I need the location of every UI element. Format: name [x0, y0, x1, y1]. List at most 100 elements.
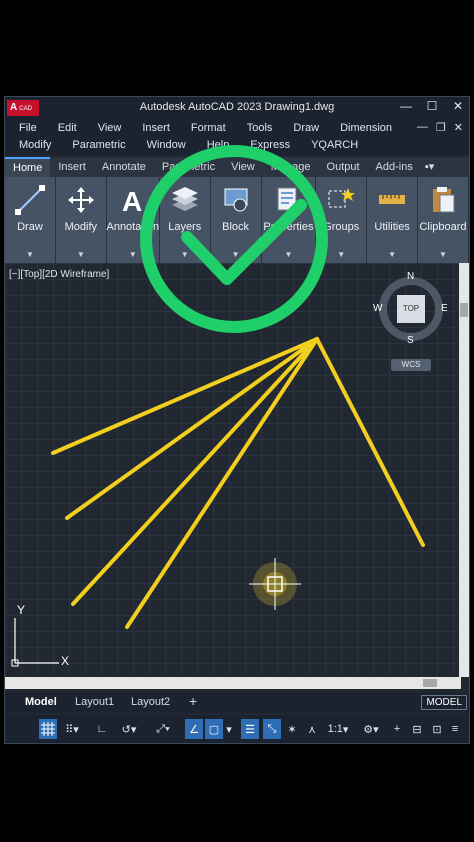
- doc-minimize-button[interactable]: —: [417, 121, 428, 134]
- panel-draw[interactable]: Draw ▼: [5, 177, 56, 263]
- vertical-scroll-thumb[interactable]: [460, 303, 468, 317]
- chevron-down-icon[interactable]: ▼: [232, 250, 240, 259]
- add-layout-button[interactable]: +: [189, 693, 197, 709]
- ribbon: Draw ▼ Modify ▼ A Annotation ▼ Layers ▼: [5, 177, 469, 263]
- annotation-visibility-icon[interactable]: ⋏: [303, 719, 321, 739]
- selection-cycling-icon[interactable]: ▢: [205, 719, 223, 739]
- minimize-button[interactable]: —: [399, 99, 413, 113]
- chevron-down-icon[interactable]: ▼: [181, 250, 189, 259]
- ucs-x-label: X: [61, 654, 70, 668]
- move-arrows-icon: [64, 183, 98, 217]
- menu-modify[interactable]: Modify: [19, 137, 51, 154]
- panel-block-label: Block: [222, 221, 250, 233]
- line-draw-icon: [13, 183, 47, 217]
- drawing-viewport[interactable]: [−][Top][2D Wireframe] Y X TOP N S W E W…: [5, 263, 461, 677]
- ruler-icon: [375, 183, 409, 217]
- panel-annotation[interactable]: A Annotation ▼: [106, 177, 160, 263]
- menu-format[interactable]: Format: [191, 120, 226, 137]
- doc-close-button[interactable]: ✕: [454, 121, 463, 134]
- viewcube-west[interactable]: W: [373, 303, 382, 314]
- menu-tools[interactable]: Tools: [247, 120, 273, 137]
- menu-dimension[interactable]: Dimension: [340, 120, 392, 137]
- layout-tabs: Model Layout1 Layout2 + MODEL: [5, 693, 469, 713]
- customize-icon[interactable]: ≡: [447, 719, 463, 739]
- panel-utilities[interactable]: Utilities ▼: [367, 177, 419, 263]
- menu-file[interactable]: File: [19, 120, 37, 137]
- tab-model[interactable]: Model: [25, 696, 57, 708]
- osnap-icon[interactable]: ⤢▾: [149, 719, 177, 739]
- model-space-badge[interactable]: MODEL: [421, 695, 467, 710]
- status-bar: ⠿▾ ∟ ↺▾ ⤢▾ ∠ ▢ ▾ ☰ ⤡ ✶ ⋏ 1:1 ▾ ⚙▾ + ⊟ ⊡ ≡: [5, 715, 469, 743]
- panel-modify[interactable]: Modify ▼: [55, 177, 107, 263]
- workspace-gear-icon[interactable]: ⚙▾: [357, 719, 385, 739]
- chevron-down-icon[interactable]: ▾: [223, 719, 235, 739]
- viewcube[interactable]: TOP N S W E: [373, 271, 448, 346]
- panel-annotation-label: Annotation: [106, 221, 160, 233]
- viewcube-north[interactable]: N: [407, 271, 414, 282]
- panel-clipboard[interactable]: Clipboard ▼: [418, 177, 469, 263]
- ortho-icon[interactable]: ∟: [93, 719, 111, 739]
- block-icon: [219, 183, 253, 217]
- panel-layers[interactable]: Layers ▼: [159, 177, 211, 263]
- title-bar: A CAD Autodesk AutoCAD 2023 Drawing1.dwg …: [5, 97, 469, 119]
- tab-layout1[interactable]: Layout1: [75, 696, 114, 708]
- snap-icon[interactable]: ⠿▾: [61, 719, 83, 739]
- menu-parametric[interactable]: Parametric: [72, 137, 125, 154]
- panel-properties[interactable]: Properties ▼: [261, 177, 317, 263]
- viewcube-face-top[interactable]: TOP: [397, 295, 425, 323]
- tab-insert[interactable]: Insert: [50, 157, 94, 177]
- viewcube-east[interactable]: E: [441, 303, 448, 314]
- menu-view[interactable]: View: [98, 120, 122, 137]
- add-icon[interactable]: +: [389, 719, 405, 739]
- chevron-down-icon[interactable]: ▼: [284, 250, 292, 259]
- menu-window[interactable]: Window: [147, 137, 186, 154]
- chevron-down-icon[interactable]: ▼: [388, 250, 396, 259]
- menu-help[interactable]: Help: [207, 137, 230, 154]
- maximize-button[interactable]: ☐: [425, 99, 439, 113]
- menu-yqarch[interactable]: YQARCH: [311, 137, 358, 154]
- menu-draw[interactable]: Draw: [293, 120, 319, 137]
- panel-utilities-label: Utilities: [374, 221, 410, 233]
- vertical-scrollbar[interactable]: [459, 263, 469, 677]
- drawn-lines: [51, 337, 425, 629]
- chevron-down-icon[interactable]: ▼: [129, 250, 137, 259]
- panel-layers-label: Layers: [168, 221, 202, 233]
- fullscreen-icon[interactable]: ⊡: [429, 719, 445, 739]
- polar-icon[interactable]: ↺▾: [115, 719, 143, 739]
- chevron-down-icon[interactable]: ▼: [77, 250, 85, 259]
- tab-manage[interactable]: Manage: [263, 157, 319, 177]
- dynamic-ucs-icon[interactable]: ✶: [283, 719, 301, 739]
- grid-icon[interactable]: [39, 719, 57, 739]
- isolate-icon[interactable]: ⊟: [409, 719, 425, 739]
- clipboard-icon: [426, 183, 460, 217]
- ribbon-more-tabs-icon[interactable]: ▪▾: [421, 157, 438, 177]
- chevron-down-icon[interactable]: ▼: [337, 250, 345, 259]
- menu-edit[interactable]: Edit: [58, 120, 77, 137]
- tab-parametric[interactable]: Parametric: [154, 157, 223, 177]
- chevron-down-icon[interactable]: ▼: [439, 250, 447, 259]
- horizontal-scrollbar[interactable]: [5, 677, 461, 689]
- transparency-icon[interactable]: ⤡: [263, 719, 281, 739]
- menu-express[interactable]: Express: [250, 137, 290, 154]
- menu-bar: File Edit View Insert Format Tools Draw …: [5, 119, 469, 155]
- viewcube-south[interactable]: S: [407, 335, 414, 346]
- panel-draw-label: Draw: [17, 221, 43, 233]
- doc-restore-button[interactable]: ❐: [436, 121, 446, 134]
- close-button[interactable]: ✕: [451, 99, 465, 113]
- lineweight-icon[interactable]: ☰: [241, 719, 259, 739]
- tab-output[interactable]: Output: [319, 157, 368, 177]
- line-2: [65, 337, 319, 520]
- otrack-icon[interactable]: ∠: [185, 719, 203, 739]
- tab-annotate[interactable]: Annotate: [94, 157, 154, 177]
- tab-add-ins[interactable]: Add-ins: [368, 157, 421, 177]
- panel-block[interactable]: Block ▼: [210, 177, 262, 263]
- panel-groups[interactable]: Groups ▼: [316, 177, 368, 263]
- tab-layout2[interactable]: Layout2: [131, 696, 170, 708]
- tab-home[interactable]: Home: [5, 157, 51, 177]
- horizontal-scroll-thumb[interactable]: [423, 679, 437, 687]
- chevron-down-icon[interactable]: ▼: [26, 250, 34, 259]
- wcs-menu-button[interactable]: WCS: [391, 359, 431, 371]
- annotation-scale-button[interactable]: 1:1 ▾: [323, 719, 353, 739]
- menu-insert[interactable]: Insert: [142, 120, 170, 137]
- tab-view[interactable]: View: [223, 157, 263, 177]
